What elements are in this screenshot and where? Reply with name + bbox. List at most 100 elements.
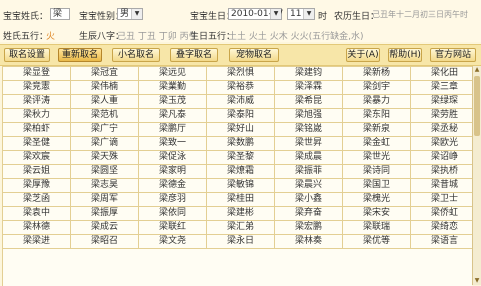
name-cell[interactable]: 梁东阳: [342, 108, 411, 123]
name-cell[interactable]: 梁新泉: [342, 122, 411, 137]
name-cell[interactable]: 梁芝函: [3, 192, 71, 207]
name-cell[interactable]: 梁国卫: [342, 178, 411, 193]
name-cell[interactable]: 梁永日: [206, 234, 275, 249]
name-cell[interactable]: 梁欧光: [410, 136, 472, 151]
name-cell[interactable]: 梁铭嵗: [274, 122, 343, 137]
name-cell[interactable]: 梁袁中: [3, 206, 71, 221]
naming-settings-button[interactable]: 取名设置: [4, 48, 50, 62]
name-cell[interactable]: 梁数鹏: [206, 136, 275, 151]
name-cell[interactable]: 梁林奏: [274, 234, 343, 249]
name-cell[interactable]: 梁宋安: [342, 206, 411, 221]
name-cell[interactable]: 梁弃奋: [274, 206, 343, 221]
reduplicated-name-button[interactable]: 叠字取名: [170, 48, 218, 62]
name-cell[interactable]: 梁家明: [138, 164, 207, 179]
name-cell[interactable]: 梁秋力: [3, 108, 71, 123]
name-cell[interactable]: 梁优等: [342, 234, 411, 249]
name-cell[interactable]: 梁鹏厅: [138, 122, 207, 137]
name-cell[interactable]: 梁泰阳: [206, 108, 275, 123]
name-cell[interactable]: 梁文尧: [138, 234, 207, 249]
rename-button[interactable]: 重新取名: [58, 48, 102, 62]
name-cell[interactable]: 梁范机: [70, 108, 139, 123]
name-cell[interactable]: 梁柏虾: [3, 122, 71, 137]
name-cell[interactable]: 梁金虹: [342, 136, 411, 151]
name-cell[interactable]: 梁依同: [138, 206, 207, 221]
name-cell[interactable]: 梁诗同: [342, 164, 411, 179]
name-cell[interactable]: 梁厚豫: [3, 178, 71, 193]
name-cell[interactable]: 梁業勤: [138, 80, 207, 95]
name-cell[interactable]: 梁评涛: [3, 94, 71, 109]
name-cell[interactable]: 梁昭召: [70, 234, 139, 249]
name-cell[interactable]: 梁剑宇: [342, 80, 411, 95]
scroll-thumb[interactable]: [474, 76, 480, 136]
name-cell[interactable]: 梁振菲: [274, 164, 343, 179]
name-cell[interactable]: 梁暴力: [342, 94, 411, 109]
name-cell[interactable]: 梁世昇: [274, 136, 343, 151]
name-cell[interactable]: 梁显登: [3, 67, 71, 81]
name-cell[interactable]: 梁宏鹏: [274, 220, 343, 235]
name-cell[interactable]: 梁促泳: [138, 150, 207, 165]
name-cell[interactable]: 梁云姐: [3, 164, 71, 179]
about-button[interactable]: 关于(A): [346, 48, 380, 62]
name-cell[interactable]: 梁燎霜: [206, 164, 275, 179]
name-cell[interactable]: 梁圣健: [3, 136, 71, 151]
name-cell[interactable]: 梁人重: [70, 94, 139, 109]
name-cell[interactable]: 梁烈惧: [206, 67, 275, 81]
name-cell[interactable]: 梁广宁: [70, 122, 139, 137]
pet-name-button[interactable]: 宠物取名: [229, 48, 279, 62]
gender-select[interactable]: 男 ▼: [117, 8, 143, 20]
nickname-button[interactable]: 小名取名: [112, 48, 160, 62]
name-cell[interactable]: 梁凡泰: [138, 108, 207, 123]
name-cell[interactable]: 梁冠宜: [70, 67, 139, 81]
name-cell[interactable]: 梁建钧: [274, 67, 343, 81]
name-cell[interactable]: 梁联红: [138, 220, 207, 235]
name-cell[interactable]: 梁诏峥: [410, 150, 472, 165]
name-cell[interactable]: 梁天殊: [70, 150, 139, 165]
name-cell[interactable]: 梁泽霖: [274, 80, 343, 95]
name-cell[interactable]: 梁劳胜: [410, 108, 472, 123]
name-cell[interactable]: 梁联瑞: [342, 220, 411, 235]
help-button[interactable]: 帮助(H): [388, 48, 422, 62]
name-cell[interactable]: 梁好山: [206, 122, 275, 137]
name-cell[interactable]: 梁希昆: [274, 94, 343, 109]
surname-input[interactable]: 梁: [50, 8, 70, 20]
name-cell[interactable]: 梁成晨: [274, 150, 343, 165]
name-cell[interactable]: 梁欢宸: [3, 150, 71, 165]
scroll-up-icon[interactable]: ▲: [473, 66, 481, 74]
name-cell[interactable]: 梁振厚: [70, 206, 139, 221]
name-cell[interactable]: 梁伟楠: [70, 80, 139, 95]
name-cell[interactable]: 梁三章: [410, 80, 472, 95]
name-cell[interactable]: 梁汇弟: [206, 220, 275, 235]
name-cell[interactable]: 梁桂田: [206, 192, 275, 207]
name-cell[interactable]: 梁德金: [138, 178, 207, 193]
name-cell[interactable]: 梁林德: [3, 220, 71, 235]
name-cell[interactable]: 梁沛威: [206, 94, 275, 109]
name-cell[interactable]: 梁化田: [410, 67, 472, 81]
name-cell[interactable]: 梁圆坚: [70, 164, 139, 179]
name-cell[interactable]: 梁玉茂: [138, 94, 207, 109]
name-cell[interactable]: 梁丞秘: [410, 122, 472, 137]
name-cell[interactable]: 梁侨虹: [410, 206, 472, 221]
name-cell[interactable]: 梁圣黎: [206, 150, 275, 165]
name-cell[interactable]: 梁志昊: [70, 178, 139, 193]
name-cell[interactable]: 梁小鑫: [274, 192, 343, 207]
name-cell[interactable]: 梁世光: [342, 150, 411, 165]
name-cell[interactable]: 梁敏锦: [206, 178, 275, 193]
official-site-button[interactable]: 官方网站: [430, 48, 476, 62]
name-cell[interactable]: 梁绿琛: [410, 94, 472, 109]
name-cell[interactable]: 梁晨兴: [274, 178, 343, 193]
name-cell[interactable]: 梁梁进: [3, 234, 71, 249]
name-cell[interactable]: 梁旭强: [274, 108, 343, 123]
name-cell[interactable]: 梁周军: [70, 192, 139, 207]
name-cell[interactable]: 梁竞憲: [3, 80, 71, 95]
name-cell[interactable]: 梁绮恋: [410, 220, 472, 235]
name-cell[interactable]: 梁成云: [70, 220, 139, 235]
name-cell[interactable]: 梁彦羽: [138, 192, 207, 207]
name-cell[interactable]: 梁卫士: [410, 192, 472, 207]
vertical-scrollbar[interactable]: ▲ ▼: [472, 66, 481, 285]
name-cell[interactable]: 梁致一: [138, 136, 207, 151]
scroll-down-icon[interactable]: ▼: [473, 277, 481, 285]
name-cell[interactable]: 梁建彬: [206, 206, 275, 221]
name-cell[interactable]: 梁新杨: [342, 67, 411, 81]
hour-select[interactable]: 11 ▼: [287, 8, 315, 20]
name-cell[interactable]: 梁昔城: [410, 178, 472, 193]
